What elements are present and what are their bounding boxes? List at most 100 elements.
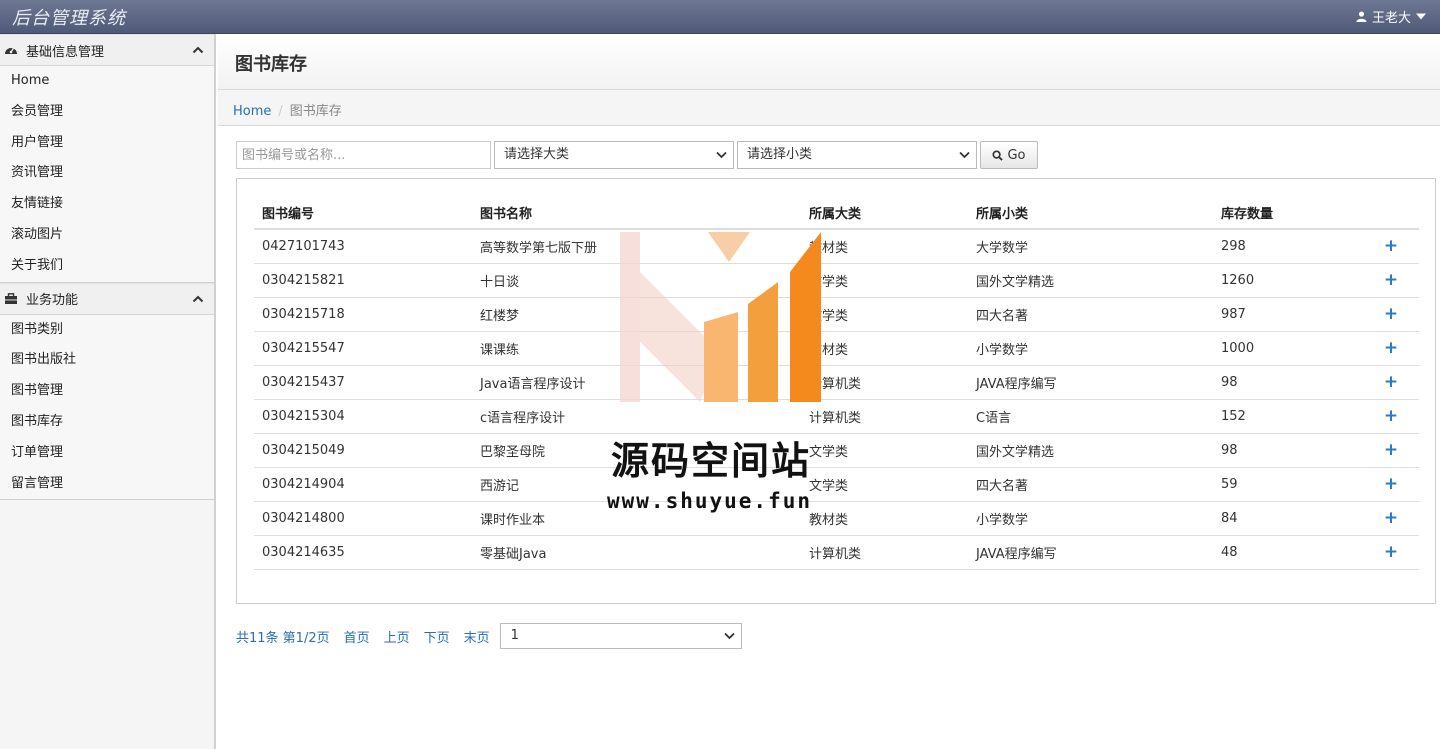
user-icon (1356, 11, 1367, 22)
table-row: 0304215821 十日谈 文学类 国外文学精选 1260 + (254, 263, 1419, 298)
watermark-name: 源码空间站 (611, 439, 812, 483)
next-page-link[interactable]: 下页 (424, 627, 450, 646)
pagination: 共11条 第1/2页 首页 上页 下页 末页 1 (236, 623, 742, 649)
cell-book-name: 高等数学第七版下册 (472, 229, 801, 264)
cell-stock: 98 (1213, 365, 1363, 400)
search-input[interactable] (236, 141, 491, 169)
sidebar-item-about[interactable]: 关于我们 (0, 251, 214, 282)
chevron-up-icon (192, 293, 204, 305)
page-select[interactable]: 1 (499, 623, 742, 649)
sidebar-item-orders[interactable]: 订单管理 (0, 438, 214, 469)
nav-group-business[interactable]: 业务功能 (0, 282, 214, 315)
last-page-link[interactable]: 末页 (464, 627, 490, 646)
breadcrumb: Home / 图书库存 (218, 90, 1440, 126)
add-stock-icon[interactable]: + (1384, 338, 1398, 358)
sidebar-item-inventory[interactable]: 图书库存 (0, 407, 214, 438)
add-stock-icon[interactable]: + (1384, 304, 1398, 324)
category-select[interactable]: 请选择大类 (494, 141, 734, 169)
caret-down-icon (1416, 13, 1426, 20)
sidebar-item-carousel[interactable]: 滚动图片 (0, 220, 214, 251)
table-row: 0304215718 红楼梦 文学类 四大名著 987 + (254, 297, 1419, 332)
cell-action: + (1363, 535, 1419, 570)
cell-action: + (1363, 297, 1419, 332)
add-stock-icon[interactable]: + (1384, 270, 1398, 290)
cell-book-name: 课课练 (472, 331, 801, 366)
pagination-summary: 共11条 第1/2页 (236, 630, 330, 646)
cell-book-name: 十日谈 (472, 263, 801, 298)
briefcase-icon (4, 292, 18, 306)
sidebar-item-publishers[interactable]: 图书出版社 (0, 345, 214, 376)
add-stock-icon[interactable]: + (1384, 406, 1398, 426)
sidebar-item-news[interactable]: 资讯管理 (0, 158, 214, 189)
subcategory-select[interactable]: 请选择小类 (737, 141, 977, 169)
cell-stock: 987 (1213, 297, 1363, 332)
table-row: 0304214904 西游记 文学类 四大名著 59 + (254, 467, 1419, 502)
sidebar-item-messages[interactable]: 留言管理 (0, 469, 214, 500)
cell-subcategory: 四大名著 (968, 297, 1213, 332)
table-body: 0427101743 高等数学第七版下册 教材类 大学数学 298 +0304215821… (254, 229, 1419, 570)
add-stock-icon[interactable]: + (1384, 372, 1398, 392)
nav-group-basic-info[interactable]: 基础信息管理 (0, 34, 214, 66)
add-stock-icon[interactable]: + (1384, 440, 1398, 460)
breadcrumb-current: 图书库存 (289, 104, 342, 119)
chevron-up-icon (192, 44, 204, 56)
sidebar-item-home[interactable]: Home (0, 66, 214, 97)
cell-book-id: 0304215547 (254, 331, 472, 366)
add-stock-icon[interactable]: + (1384, 236, 1398, 256)
cell-book-id: 0304215821 (254, 263, 472, 298)
subcategory-select-value: 请选择小类 (747, 147, 813, 162)
go-button[interactable]: Go (980, 141, 1038, 169)
column-header-book-name: 图书名称 (472, 196, 801, 230)
column-header-book-id: 图书编号 (254, 196, 472, 230)
table-row: 0304215049 巴黎圣母院 文学类 国外文学精选 98 + (254, 433, 1419, 468)
cell-subcategory: JAVA程序编写 (968, 365, 1213, 400)
cell-subcategory: 小学数学 (968, 501, 1213, 536)
cell-action: + (1363, 263, 1419, 298)
first-page-link[interactable]: 首页 (344, 627, 370, 646)
cell-book-id: 0304215304 (254, 399, 472, 434)
prev-page-link[interactable]: 上页 (384, 627, 410, 646)
sidebar-item-book-categories[interactable]: 图书类别 (0, 315, 214, 346)
go-button-label: Go (1007, 147, 1026, 163)
cell-category: 计算机类 (801, 399, 968, 434)
dashboard-icon (4, 43, 18, 57)
cell-category: 计算机类 (801, 365, 968, 400)
app-title: 后台管理系统 (12, 8, 126, 29)
breadcrumb-home-link[interactable]: Home (233, 104, 271, 119)
sidebar-item-members[interactable]: 会员管理 (0, 97, 214, 128)
column-header-category: 所属大类 (801, 196, 968, 230)
cell-action: + (1363, 433, 1419, 468)
add-stock-icon[interactable]: + (1384, 542, 1398, 562)
breadcrumb-separator: / (278, 104, 283, 119)
cell-stock: 98 (1213, 433, 1363, 468)
cell-category: 教材类 (801, 331, 968, 366)
sidebar-item-books[interactable]: 图书管理 (0, 376, 214, 407)
table-row: 0304215547 课课练 教材类 小学数学 1000 + (254, 331, 1419, 366)
table-row: 0427101743 高等数学第七版下册 教材类 大学数学 298 + (254, 229, 1419, 264)
sidebar-item-links[interactable]: 友情链接 (0, 189, 214, 220)
cell-stock: 152 (1213, 399, 1363, 434)
cell-book-id: 0304215437 (254, 365, 472, 400)
cell-stock: 59 (1213, 467, 1363, 502)
chevron-down-icon (959, 151, 970, 159)
filter-bar: 请选择大类 请选择小类 Go (236, 141, 1038, 169)
watermark-url: www.shuyue.fun (607, 489, 813, 513)
page-header: 图书库存 (218, 34, 1440, 90)
cell-subcategory: 大学数学 (968, 229, 1213, 264)
top-navbar: 后台管理系统 王老大 (0, 0, 1440, 34)
add-stock-icon[interactable]: + (1384, 474, 1398, 494)
user-name: 王老大 (1371, 11, 1411, 26)
cell-action: + (1363, 501, 1419, 536)
column-header-action (1363, 196, 1419, 230)
add-stock-icon[interactable]: + (1384, 508, 1398, 528)
cell-category: 文学类 (801, 433, 968, 468)
chevron-down-icon (724, 632, 735, 640)
cell-book-id: 0304215049 (254, 433, 472, 468)
user-menu[interactable]: 王老大 (1356, 7, 1426, 26)
cell-book-name: 零基础Java (472, 535, 801, 570)
cell-book-id: 0304214635 (254, 535, 472, 570)
cell-book-id: 0304214800 (254, 501, 472, 536)
inventory-table: 图书编号 图书名称 所属大类 所属小类 库存数量 0427101743 高等数学第… (254, 196, 1419, 570)
sidebar-item-users[interactable]: 用户管理 (0, 128, 214, 159)
nav-group-label: 业务功能 (26, 293, 79, 309)
